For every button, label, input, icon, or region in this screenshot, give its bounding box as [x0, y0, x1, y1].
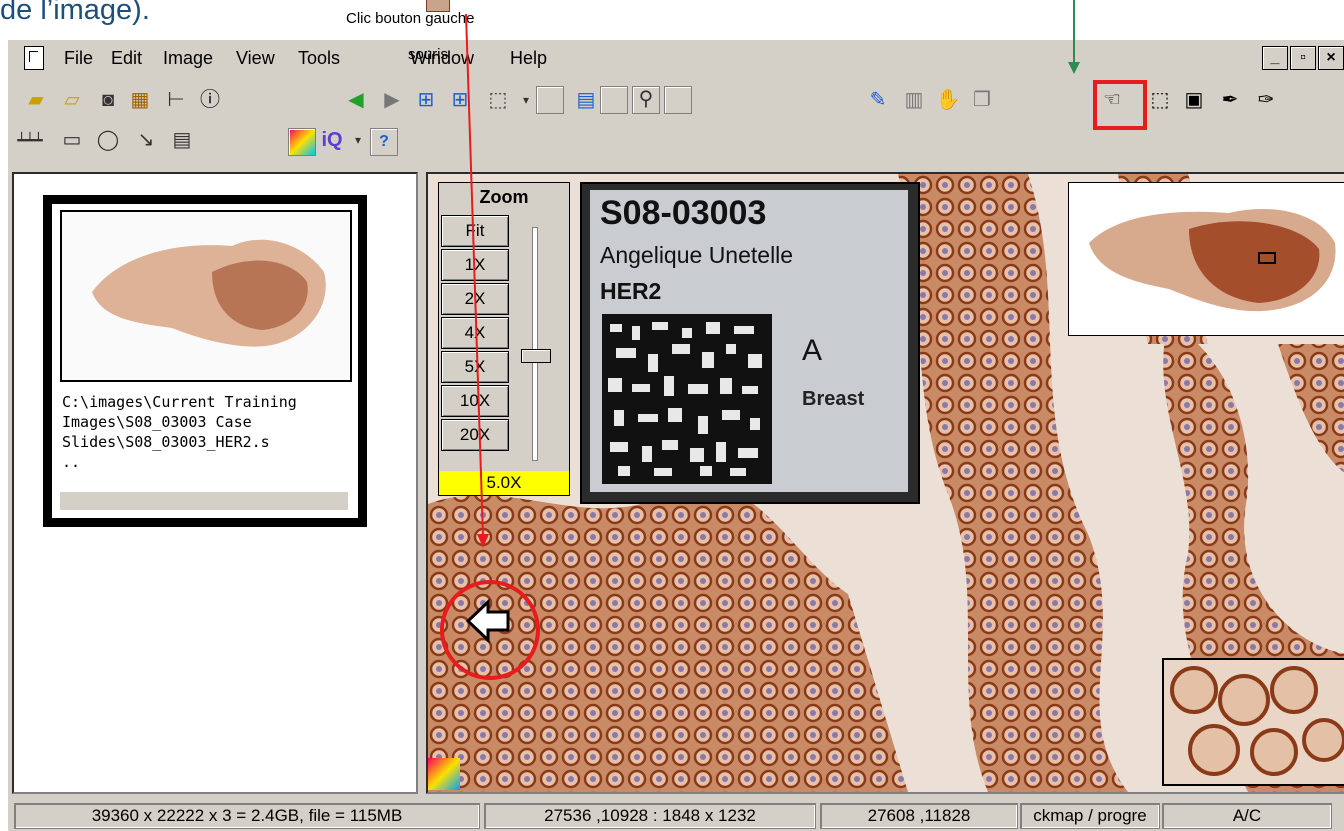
copy-icon[interactable]: ❐: [968, 86, 996, 114]
block-id: A: [802, 334, 823, 367]
overview-tissue: [1069, 183, 1344, 335]
edit-icon[interactable]: ✎: [864, 86, 892, 114]
status-dimensions: 39360 x 22222 x 3 = 2.4GB, file = 115MB: [14, 803, 480, 829]
zoom-4x-button[interactable]: 4X: [441, 317, 509, 349]
annotation-caption: de l’image).: [0, 0, 150, 26]
barcode-image: [602, 314, 772, 484]
status-mode: A/C: [1162, 803, 1332, 829]
zoom-20x-button[interactable]: 20X: [441, 419, 509, 451]
arrow-icon[interactable]: ↘: [132, 126, 160, 154]
download-icon[interactable]: [536, 86, 564, 114]
save-select-icon[interactable]: ▣: [1180, 86, 1208, 114]
open-file-icon[interactable]: ▱: [58, 86, 86, 114]
slide-label-panel: S08-03003 Angelique Unetelle HER2 A Brea…: [580, 182, 920, 504]
zoom-panel: Zoom Fit 1X 2X 4X 5X 10X 20X 5.0X: [438, 182, 570, 496]
zoom-2x-button[interactable]: 2X: [441, 283, 509, 315]
status-region: 27536 ,10928 : 1848 x 1232: [484, 803, 816, 829]
document-icon[interactable]: [24, 46, 44, 70]
stamp-icon[interactable]: ✋: [934, 86, 962, 114]
minimize-button[interactable]: _: [1262, 46, 1288, 70]
filter-icon[interactable]: ▦: [126, 86, 154, 114]
magnifier-icon: ⚲: [638, 88, 654, 110]
open-folder-icon[interactable]: ▰: [22, 86, 50, 114]
zoom-5x-button[interactable]: 5X: [441, 351, 509, 383]
forward-icon[interactable]: ▶: [378, 86, 406, 114]
rectangle-icon[interactable]: ▭: [58, 126, 86, 154]
zoom-fit-button[interactable]: Fit: [441, 215, 509, 247]
slide-thumbnail[interactable]: [60, 210, 352, 382]
app-window: File Edit Image View Tools Window Help _…: [8, 38, 1344, 831]
pen2-icon[interactable]: ✑: [1252, 86, 1280, 114]
click-caption-continued: souris: [408, 46, 449, 63]
camera-icon[interactable]: ◙: [94, 86, 122, 114]
slide-thumbnail-card[interactable]: C:\images\Current Training Images\S08_03…: [44, 196, 366, 526]
zoom-title: Zoom: [479, 187, 529, 207]
zoom-slider-thumb[interactable]: [521, 348, 551, 363]
color-indicator: [428, 758, 460, 790]
click-caption: Clic bouton gauche: [346, 10, 475, 27]
highlight-pan-tool: [1093, 80, 1147, 130]
menu-edit[interactable]: Edit: [111, 48, 142, 69]
menu-tools[interactable]: Tools: [298, 48, 340, 69]
detail-inset: [1162, 658, 1344, 786]
tree2-icon[interactable]: ⊞: [446, 86, 474, 114]
stain-name: HER2: [600, 278, 662, 304]
overview-map[interactable]: [1068, 182, 1344, 336]
ellipse-icon[interactable]: ◯: [94, 126, 122, 154]
barcode-pattern: [602, 314, 772, 484]
panel-icon[interactable]: [664, 86, 692, 114]
tissue-type: Breast: [802, 388, 865, 410]
pen-icon[interactable]: ✒: [1216, 86, 1244, 114]
ruler-icon[interactable]: ┷┷┷: [16, 126, 44, 154]
status-cursor: 27608 ,11828: [820, 803, 1018, 829]
doc-icon[interactable]: ▤: [572, 86, 600, 114]
zoom-1x-button[interactable]: 1X: [441, 249, 509, 281]
detail-cells: [1164, 660, 1344, 784]
menu-file[interactable]: File: [64, 48, 93, 69]
menu-help[interactable]: Help: [510, 48, 547, 69]
status-bar: 39360 x 22222 x 3 = 2.4GB, file = 115MB …: [8, 800, 1344, 831]
menu-image[interactable]: Image: [163, 48, 213, 69]
patient-name: Angelique Unetelle: [600, 242, 794, 268]
zoom-readout: 5.0X: [439, 471, 569, 495]
tree-icon[interactable]: ⊞: [412, 86, 440, 114]
help-icon[interactable]: ?: [370, 128, 398, 156]
slide-id: S08-03003: [600, 194, 767, 232]
chart-icon[interactable]: ⊢: [162, 86, 190, 114]
menubar: File Edit Image View Tools Window Help _…: [8, 40, 1344, 76]
zoom-slider-track[interactable]: [532, 227, 538, 461]
back-icon[interactable]: ◀: [342, 86, 370, 114]
image-compare-icon[interactable]: [600, 86, 628, 114]
select-arrow-icon[interactable]: ⬚: [1146, 86, 1174, 114]
close-button[interactable]: ×: [1318, 46, 1344, 70]
menu-view[interactable]: View: [236, 48, 275, 69]
highlight-pan-arrow: [440, 580, 540, 680]
dropdown-icon[interactable]: ▾: [344, 126, 372, 154]
thumbnail-progress-bar: [60, 492, 348, 510]
slide-viewer[interactable]: Zoom Fit 1X 2X 4X 5X 10X 20X 5.0X S08-03…: [426, 172, 1344, 794]
stack-icon[interactable]: ▥: [900, 86, 928, 114]
color-icon[interactable]: [288, 128, 316, 156]
maximize-button[interactable]: ▫: [1290, 46, 1316, 70]
status-map: ckmap / progre: [1020, 803, 1160, 829]
iq-icon[interactable]: iQ: [318, 126, 346, 154]
select-region-icon[interactable]: ⬚: [484, 86, 512, 114]
slide-file-path: C:\images\Current Training Images\S08_03…: [62, 393, 297, 471]
slide-label: S08-03003 Angelique Unetelle HER2 A Brea…: [590, 190, 908, 492]
text-icon[interactable]: ▤: [168, 126, 196, 154]
thumbnail-panel: C:\images\Current Training Images\S08_03…: [12, 172, 418, 794]
zoom-10x-button[interactable]: 10X: [441, 385, 509, 417]
thumbnail-tissue: [92, 239, 326, 347]
info-icon[interactable]: ⓘ: [196, 86, 224, 114]
